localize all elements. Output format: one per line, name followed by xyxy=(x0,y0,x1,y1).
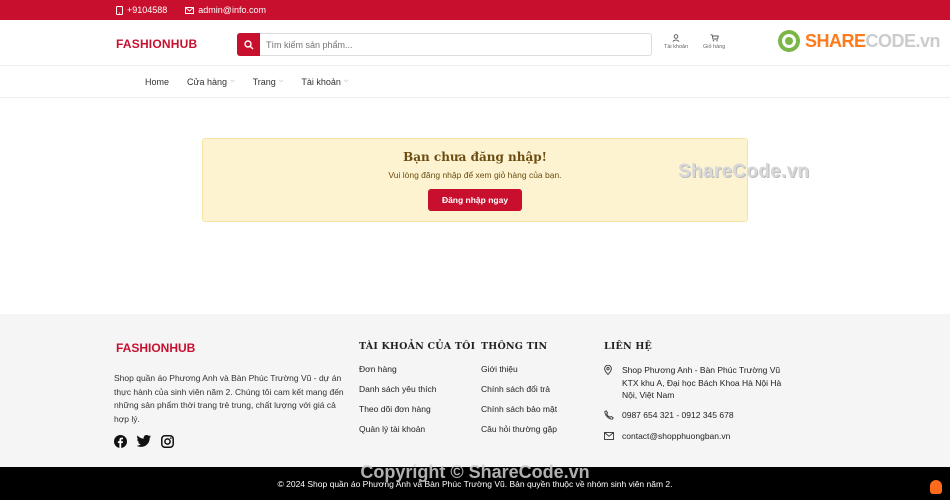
phone-icon xyxy=(604,409,614,424)
contact-email: contact@shopphuongban.vn xyxy=(604,430,789,444)
main-content: Bạn chưa đăng nhập! Vui lòng đăng nhập đ… xyxy=(0,98,950,314)
phone-text: +9104588 xyxy=(127,5,168,15)
twitter-icon[interactable] xyxy=(137,435,151,447)
footer-link[interactable]: Giới thiệu xyxy=(481,364,557,384)
site-logo[interactable]: FASHIONHUB xyxy=(116,37,197,51)
search-icon xyxy=(243,39,253,49)
footer-link[interactable]: Theo dõi đơn hàng xyxy=(359,404,475,424)
nav-item-pages[interactable]: Trang ⌵ xyxy=(253,77,284,87)
sharecode-logo: SHARECODE.vn xyxy=(777,29,940,53)
copyright-bar: © 2024 Shop quần áo Phương Anh và Bàn Ph… xyxy=(0,467,950,500)
facebook-icon[interactable] xyxy=(114,435,127,448)
footer-col-info: THÔNG TIN Giới thiệu Chính sách đổi trả … xyxy=(481,341,557,444)
email-text: admin@info.com xyxy=(198,5,266,15)
search-button[interactable] xyxy=(237,33,260,56)
flame-icon xyxy=(930,480,942,494)
map-pin-icon xyxy=(604,364,614,402)
chevron-down-icon: ⌵ xyxy=(343,78,349,84)
footer-link[interactable]: Quản lý tài khoản xyxy=(359,424,475,444)
watermark-text: ShareCode.vn xyxy=(678,161,810,182)
footer-link[interactable]: Danh sách yêu thích xyxy=(359,384,475,404)
social-links xyxy=(114,435,174,448)
sharecode-logo-text: SHARECODE.vn xyxy=(804,30,941,51)
contact-phone-text[interactable]: 0987 654 321 - 0912 345 678 xyxy=(622,409,734,424)
footer-link[interactable]: Chính sách đổi trả xyxy=(481,384,557,404)
cart-link[interactable]: Giỏ hàng xyxy=(703,34,725,50)
phone-contact[interactable]: +9104588 xyxy=(116,5,167,15)
account-link[interactable]: Tài khoản xyxy=(664,34,688,50)
nav-item-label: Tài khoản xyxy=(301,76,341,87)
chevron-down-icon: ⌵ xyxy=(278,78,284,84)
footer-col-title: LIÊN HỆ xyxy=(604,341,652,352)
site-footer: FASHIONHUB Shop quần áo Phương Anh và Bà… xyxy=(0,314,950,467)
instagram-icon[interactable] xyxy=(161,435,174,448)
footer-col-contact: LIÊN HỆ Shop Phương Anh - Bàn Phúc Trườn… xyxy=(604,341,789,451)
copyright-text: © 2024 Shop quần áo Phương Anh và Bàn Ph… xyxy=(277,478,673,489)
alert-title: Bạn chưa đăng nhập! xyxy=(403,150,547,164)
footer-col-title: TÀI KHOẢN CỦA TÔI xyxy=(359,341,476,352)
site-header: FASHIONHUB Tài khoản Giỏ hàng SHARECODE.… xyxy=(0,20,950,66)
main-nav: Home Cửa hàng ⌵ Trang ⌵ Tài khoản ⌵ xyxy=(0,66,950,98)
contact-address-text: Shop Phương Anh - Bàn Phúc Trường Vũ KTX… xyxy=(622,365,782,400)
chevron-down-icon: ⌵ xyxy=(230,78,235,84)
footer-link[interactable]: Đơn hàng xyxy=(359,364,475,384)
alert-message: Vui lòng đăng nhập để xem giỏ hàng của b… xyxy=(388,170,562,180)
email-contact[interactable]: admin@info.com xyxy=(185,5,266,15)
nav-item-label: Trang xyxy=(252,76,276,87)
footer-link[interactable]: Chính sách bảo mật xyxy=(481,404,557,424)
login-button[interactable]: Đăng nhập ngay xyxy=(427,189,523,211)
top-bar: +9104588 admin@info.com xyxy=(0,0,950,20)
search-bar xyxy=(237,33,652,56)
user-icon xyxy=(672,34,680,42)
contact-phone: 0987 654 321 - 0912 345 678 xyxy=(604,409,789,424)
nav-item-home[interactable]: Home xyxy=(145,77,169,87)
footer-col-account: TÀI KHOẢN CỦA TÔI Đơn hàng Danh sách yêu… xyxy=(359,341,475,444)
contact-address: Shop Phương Anh - Bàn Phúc Trường Vũ KTX… xyxy=(604,364,789,402)
cart-label: Giỏ hàng xyxy=(703,44,726,50)
footer-description: Shop quần áo Phương Anh và Bàn Phúc Trườ… xyxy=(114,373,344,424)
nav-item-account[interactable]: Tài khoản ⌵ xyxy=(301,77,348,87)
envelope-icon xyxy=(604,430,614,444)
footer-col-title: THÔNG TIN xyxy=(481,341,548,352)
nav-item-label: Home xyxy=(145,76,170,87)
footer-logo[interactable]: FASHIONHUB xyxy=(116,341,195,355)
nav-item-shop[interactable]: Cửa hàng ⌵ xyxy=(187,77,235,87)
footer-link[interactable]: Câu hỏi thường gặp xyxy=(481,424,557,444)
nav-item-label: Cửa hàng xyxy=(187,76,228,87)
envelope-icon xyxy=(185,6,195,14)
phone-icon xyxy=(116,5,123,15)
cart-icon xyxy=(710,34,719,42)
sharecode-logo-icon xyxy=(777,30,800,52)
contact-email-text[interactable]: contact@shopphuongban.vn xyxy=(622,430,730,444)
login-required-alert: Bạn chưa đăng nhập! Vui lòng đăng nhập đ… xyxy=(202,138,748,222)
account-label: Tài khoản xyxy=(664,44,689,50)
search-input[interactable] xyxy=(260,34,651,55)
